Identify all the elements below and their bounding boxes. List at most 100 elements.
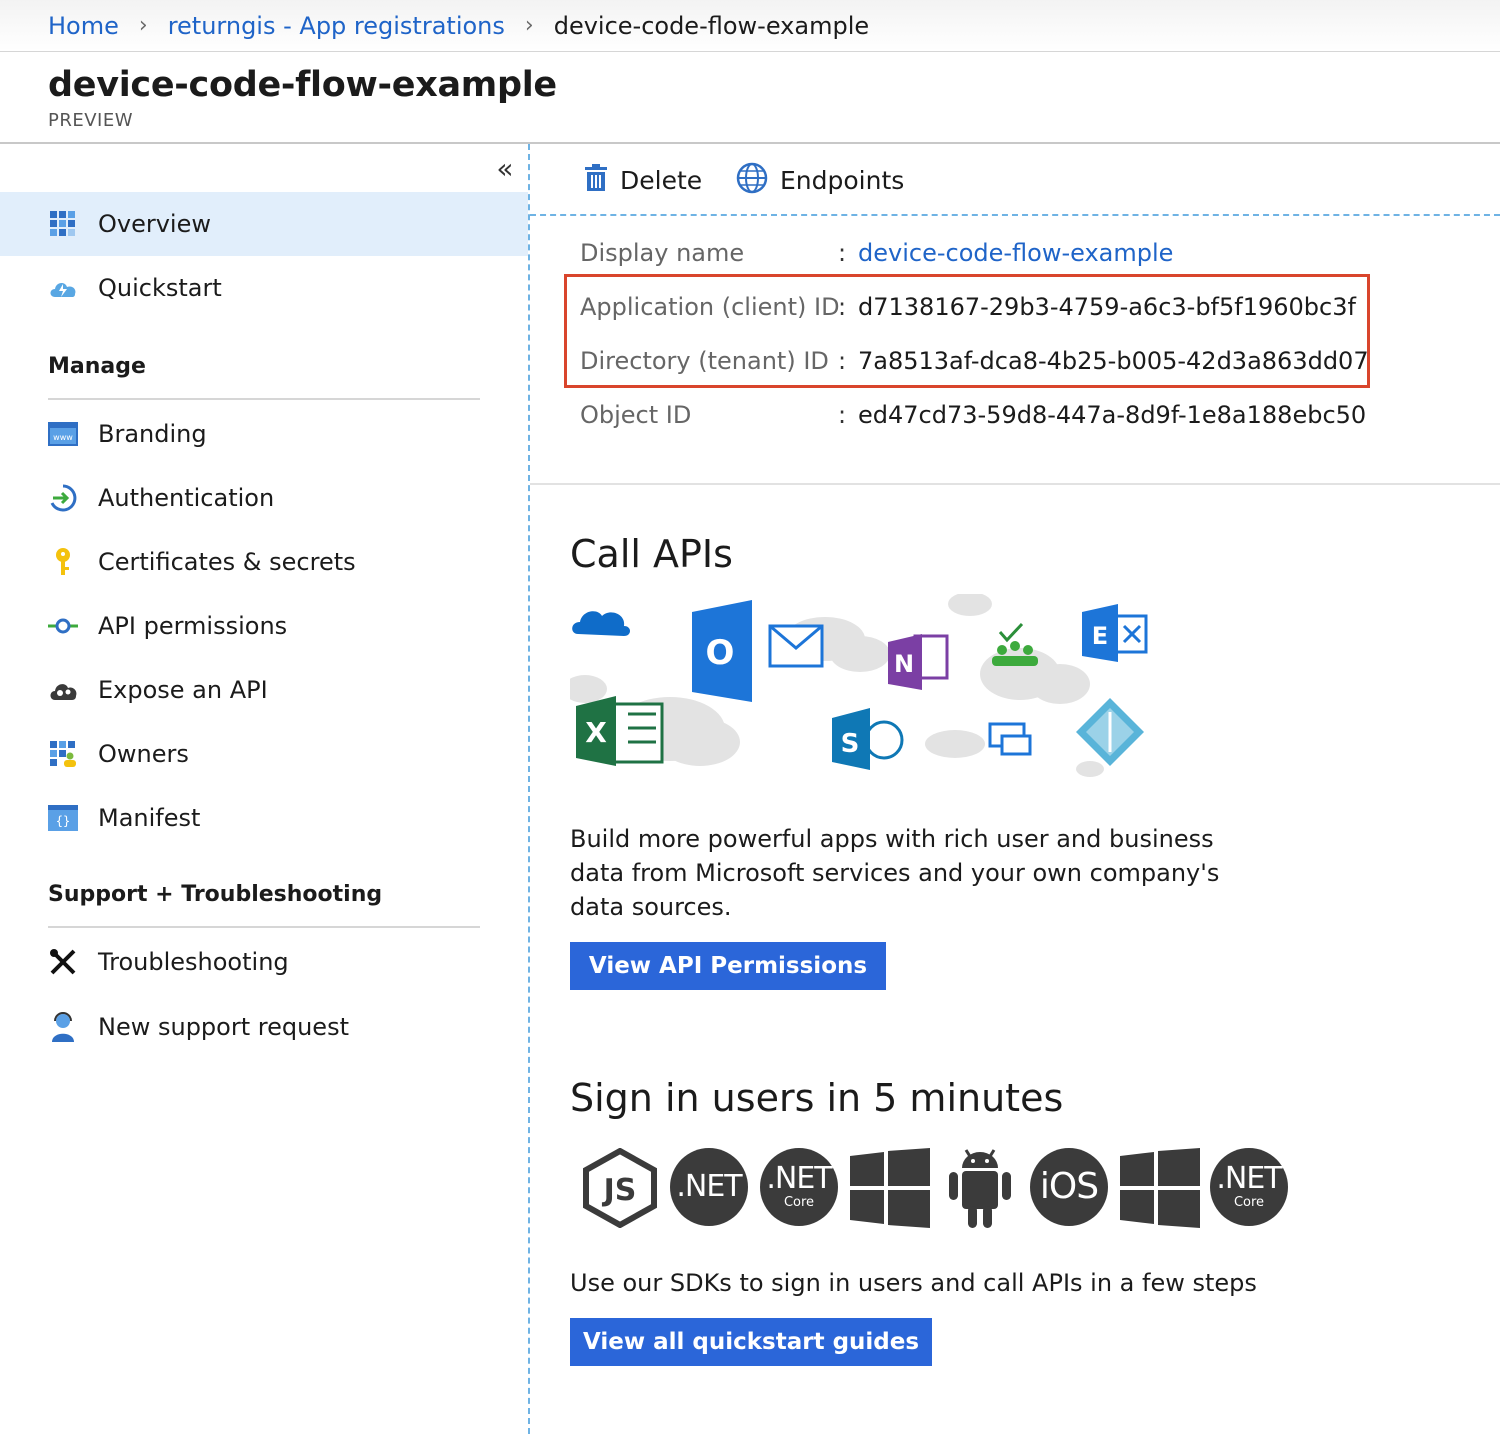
sharepoint-letter: S bbox=[841, 729, 860, 759]
sidebar-item-overview[interactable]: Overview bbox=[0, 192, 528, 256]
section-manage-label: Manage bbox=[48, 354, 146, 379]
essentials-divider bbox=[530, 483, 1500, 485]
display-name-link[interactable]: device-code-flow-example bbox=[858, 239, 1173, 267]
endpoints-button[interactable]: Endpoints bbox=[736, 160, 904, 200]
dotnet-core-icon[interactable]: .NET Core bbox=[1210, 1148, 1288, 1226]
sidebar-item-expose-api[interactable]: Expose an API bbox=[0, 658, 528, 722]
onenote-icon: N bbox=[888, 634, 949, 690]
section-support-label: Support + Troubleshooting bbox=[48, 882, 383, 907]
chevron-right-icon: › bbox=[138, 13, 148, 38]
sidebar-item-label: Authentication bbox=[98, 484, 275, 512]
breadcrumb: Home › returngis - App registrations › d… bbox=[0, 0, 1500, 52]
sidebar-item-troubleshooting[interactable]: Troubleshooting bbox=[0, 930, 528, 994]
page-header: device-code-flow-example PREVIEW bbox=[48, 62, 557, 131]
nodejs-icon[interactable]: JS bbox=[582, 1147, 658, 1232]
call-apis-heading: Call APIs bbox=[570, 532, 733, 576]
svg-text:www: www bbox=[53, 433, 73, 442]
ios-icon[interactable]: iOS bbox=[1030, 1148, 1108, 1226]
toolbar: Delete Endpoints bbox=[530, 144, 1500, 216]
globe-icon bbox=[736, 162, 768, 198]
ios-label: iOS bbox=[1039, 1166, 1099, 1207]
section-divider bbox=[48, 926, 480, 928]
sidebar-item-label: Troubleshooting bbox=[98, 948, 289, 976]
sidebar-item-label: Manifest bbox=[98, 804, 201, 832]
sidebar-item-label: Branding bbox=[98, 420, 207, 448]
main-content: Delete Endpoints Display name : device-c… bbox=[530, 144, 1500, 1434]
ids-highlight-box bbox=[564, 274, 1370, 388]
nodejs-label: JS bbox=[602, 1173, 637, 1208]
object-id-key: Object ID bbox=[580, 401, 692, 429]
sharepoint-icon: S bbox=[832, 708, 904, 770]
sdk-logos-row: JS .NET .NET Core iOS .NET Core bbox=[570, 1144, 1310, 1234]
core-sublabel: Core bbox=[1233, 1195, 1265, 1210]
endpoints-label: Endpoints bbox=[780, 165, 905, 195]
breadcrumb-app-registrations-link[interactable]: returngis - App registrations bbox=[168, 12, 505, 40]
dotnet-label: .NET bbox=[676, 1169, 742, 1204]
object-id-value[interactable]: ed47cd73-59d8-447a-8d9f-1e8a188ebc50 bbox=[858, 401, 1366, 429]
sidebar-item-label: Overview bbox=[98, 210, 211, 238]
sidebar-item-quickstart[interactable]: Quickstart bbox=[0, 256, 528, 320]
sidebar-item-new-support-request[interactable]: New support request bbox=[0, 995, 528, 1059]
breadcrumb-home-link[interactable]: Home bbox=[48, 12, 119, 40]
owners-grid-icon bbox=[48, 739, 78, 769]
android-icon[interactable] bbox=[946, 1146, 1014, 1234]
sign-in-description: Use our SDKs to sign in users and call A… bbox=[570, 1269, 1257, 1297]
sidebar-item-label: Certificates & secrets bbox=[98, 548, 356, 576]
remote-desktop-icon bbox=[988, 722, 1032, 756]
cloud-gears-icon bbox=[48, 675, 78, 705]
section-divider bbox=[48, 398, 480, 400]
sign-in-arrow-icon bbox=[48, 483, 78, 513]
sidebar-item-branding[interactable]: www Branding bbox=[0, 402, 528, 466]
onenote-letter: N bbox=[894, 650, 914, 678]
svg-text:{}: {} bbox=[56, 814, 70, 828]
overview-grid-icon bbox=[48, 209, 78, 239]
exchange-letter: E bbox=[1092, 622, 1108, 650]
excel-icon: X bbox=[576, 696, 664, 766]
api-connector-icon bbox=[48, 611, 78, 641]
call-apis-description: Build more powerful apps with rich user … bbox=[570, 825, 1220, 921]
page-title: device-code-flow-example bbox=[48, 65, 557, 105]
essentials-row-display-name: Display name : device-code-flow-example bbox=[580, 233, 1173, 273]
page-subtitle: PREVIEW bbox=[48, 110, 134, 131]
support-person-icon bbox=[48, 1012, 78, 1042]
sidebar-item-label: Expose an API bbox=[98, 676, 268, 704]
dotnet-icon[interactable]: .NET bbox=[670, 1148, 748, 1226]
display-name-key: Display name bbox=[580, 239, 745, 267]
collapse-sidebar-button[interactable]: « bbox=[492, 155, 518, 183]
excel-letter: X bbox=[585, 716, 607, 749]
view-quickstart-guides-button[interactable]: View all quickstart guides bbox=[570, 1318, 932, 1366]
sidebar-item-label: Quickstart bbox=[98, 274, 222, 302]
www-window-icon: www bbox=[48, 419, 78, 449]
sidebar-item-owners[interactable]: Owners bbox=[0, 722, 528, 786]
dotnet-core-icon[interactable]: .NET Core bbox=[760, 1148, 838, 1226]
delete-label: Delete bbox=[620, 165, 703, 195]
outlook-icon: O bbox=[692, 600, 824, 702]
onedrive-icon bbox=[572, 611, 630, 636]
cloud-lightning-icon bbox=[48, 273, 78, 303]
delete-button[interactable]: Delete bbox=[584, 160, 702, 200]
sidebar-item-authentication[interactable]: Authentication bbox=[0, 466, 528, 530]
windows-icon[interactable] bbox=[850, 1148, 930, 1232]
sidebar-item-label: API permissions bbox=[98, 612, 288, 640]
core-sublabel: Core bbox=[783, 1195, 815, 1210]
windows-icon[interactable] bbox=[1120, 1148, 1200, 1232]
dotnet-core-label: .NET bbox=[766, 1161, 832, 1196]
sidebar-item-api-permissions[interactable]: API permissions bbox=[0, 594, 528, 658]
braces-window-icon: {} bbox=[48, 803, 78, 833]
separator-colon: : bbox=[838, 401, 847, 429]
sidebar: « Overview Quickstart Manage www Brandin… bbox=[0, 144, 528, 1434]
essentials-row-object-id: Object ID : ed47cd73-59d8-447a-8d9f-1e8a… bbox=[580, 395, 1366, 435]
sidebar-item-certificates[interactable]: Certificates & secrets bbox=[0, 530, 528, 594]
view-api-permissions-button[interactable]: View API Permissions bbox=[570, 942, 886, 990]
separator-colon: : bbox=[838, 239, 847, 267]
wrench-screwdriver-icon bbox=[48, 947, 78, 977]
azure-ad-icon bbox=[1076, 698, 1144, 766]
trash-icon bbox=[584, 164, 608, 196]
microsoft-services-illustration: O N E X S bbox=[563, 592, 1170, 794]
outlook-letter: O bbox=[706, 633, 735, 673]
exchange-icon: E bbox=[1082, 604, 1148, 662]
key-icon bbox=[48, 547, 78, 577]
sidebar-item-label: New support request bbox=[98, 1013, 349, 1041]
sidebar-item-manifest[interactable]: {} Manifest bbox=[0, 786, 528, 850]
breadcrumb-current: device-code-flow-example bbox=[553, 11, 870, 40]
